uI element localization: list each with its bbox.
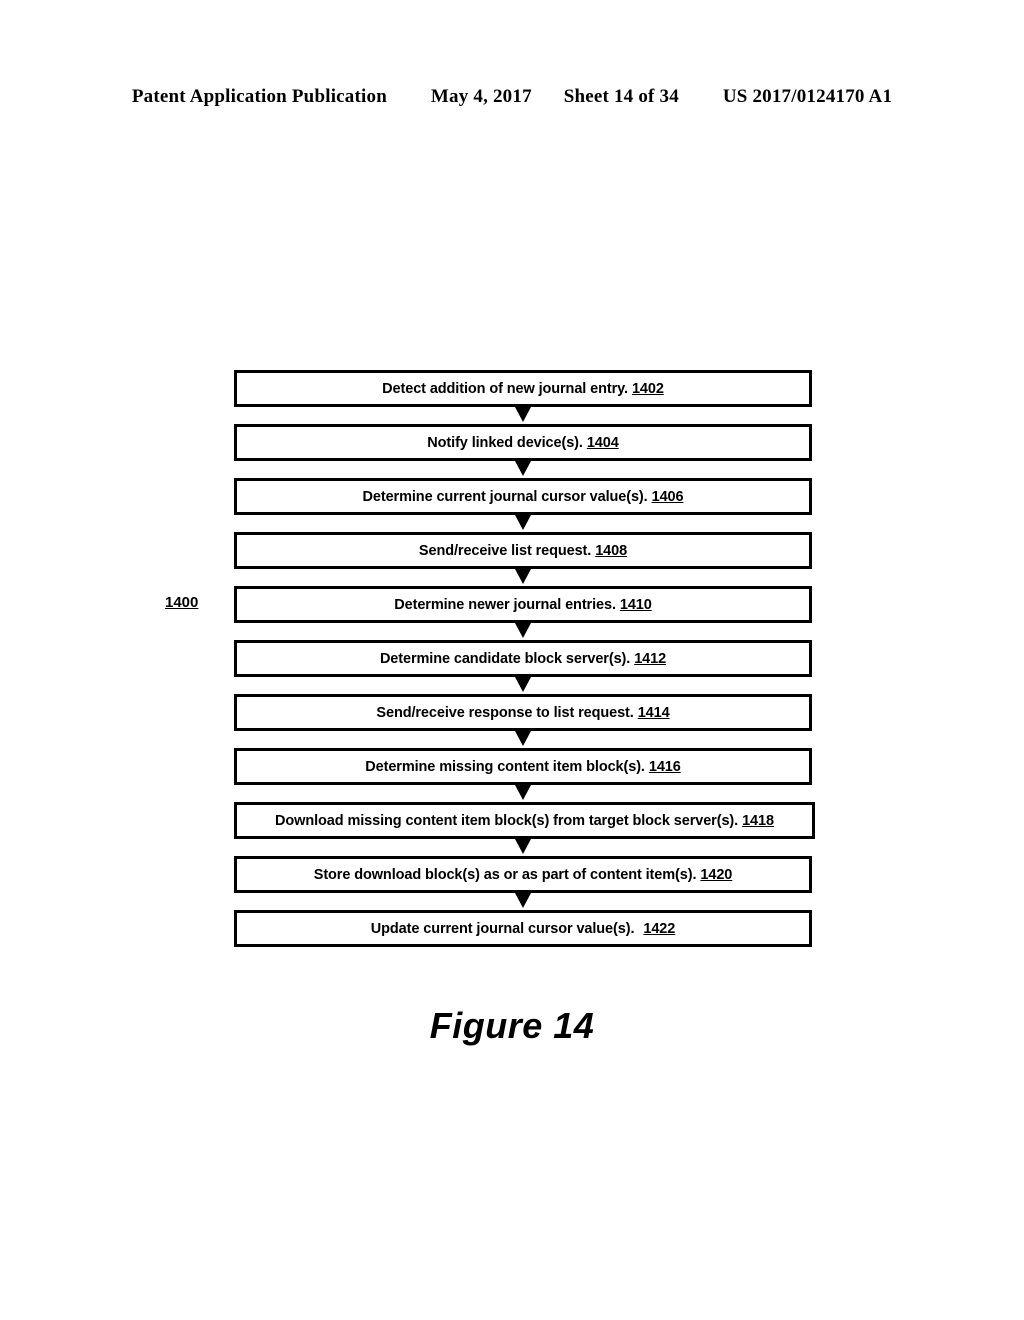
flowchart-step-label: Detect addition of new journal entry. — [382, 380, 628, 397]
header-sheet-number: Sheet 14 of 34 — [563, 86, 679, 107]
flowchart-step-reference-numeral: 1402 — [631, 380, 664, 397]
flowchart-step-box-1412: Determine candidate block server(s). 1412 — [234, 640, 812, 677]
flowchart-step-label: Determine candidate block server(s). — [379, 650, 631, 667]
flowchart-step-reference-numeral: 1408 — [595, 542, 628, 559]
flowchart-step: Send/receive list request. 1408 — [234, 532, 815, 569]
page-header: Patent Application Publication May 4, 20… — [0, 86, 1024, 108]
arrow-down-icon — [515, 461, 531, 476]
flowchart-step: Store download block(s) as or as part of… — [234, 856, 815, 893]
flowchart-step-box-1420: Store download block(s) as or as part of… — [234, 856, 812, 893]
flowchart-step-box-1408: Send/receive list request. 1408 — [234, 532, 812, 569]
flowchart-step-label: Send/receive response to list request. — [376, 704, 634, 721]
flowchart-step-label: Download missing content item block(s) f… — [275, 812, 739, 829]
flowchart-step-reference-numeral: 1422 — [643, 920, 676, 937]
flowchart-connector — [234, 785, 812, 802]
flowchart-connector — [234, 461, 812, 478]
flowchart-step-label: Determine missing content item block(s). — [365, 758, 645, 775]
flowchart-step-reference-numeral: 1412 — [634, 650, 667, 667]
header-publication-title: Patent Application Publication — [131, 86, 387, 107]
flowchart-step: Determine candidate block server(s). 1412 — [234, 640, 815, 677]
flowchart-connector — [234, 623, 812, 640]
flowchart-connector — [234, 677, 812, 694]
figure-caption: Figure 14 — [429, 1005, 595, 1046]
flowchart-step: Detect addition of new journal entry. 140… — [234, 370, 815, 407]
flowchart-step-box-1404: Notify linked device(s). 1404 — [234, 424, 812, 461]
flowchart-connector — [234, 893, 812, 910]
flowchart-step: Determine current journal cursor value(s… — [234, 478, 815, 515]
flowchart-step: Download missing content item block(s) f… — [234, 802, 815, 839]
flowchart-step-box-1402: Detect addition of new journal entry. 140… — [234, 370, 812, 407]
flowchart-step-reference-numeral: 1414 — [637, 704, 670, 721]
arrow-down-icon — [515, 407, 531, 422]
flowchart-step-label: Determine current journal cursor value(s… — [362, 488, 648, 505]
flowchart-connector — [234, 731, 812, 748]
flowchart-step: Determine missing content item block(s).… — [234, 748, 815, 785]
arrow-down-icon — [515, 623, 531, 638]
flowchart-step: Notify linked device(s). 1404 — [234, 424, 815, 461]
header-publication-date: May 4, 2017 — [430, 86, 532, 107]
flowchart-step-reference-numeral: 1410 — [619, 596, 652, 613]
arrow-down-icon — [515, 731, 531, 746]
arrow-down-icon — [515, 677, 531, 692]
flowchart-step-box-1416: Determine missing content item block(s).… — [234, 748, 812, 785]
flowchart-step-reference-numeral: 1420 — [700, 866, 733, 883]
flowchart-step: Send/receive response to list request. 14… — [234, 694, 815, 731]
flowchart-step-label: Update current journal cursor value(s). — [370, 920, 635, 937]
arrow-down-icon — [515, 785, 531, 800]
flowchart-step-reference-numeral: 1416 — [648, 758, 681, 775]
flowchart-connector — [234, 515, 812, 532]
flowchart-step-box-1406: Determine current journal cursor value(s… — [234, 478, 812, 515]
flowchart-step-label: Determine newer journal entries. — [394, 596, 616, 613]
header-patent-number: US 2017/0124170 A1 — [722, 86, 893, 107]
flowchart-step-label: Store download block(s) as or as part of… — [313, 866, 697, 883]
flowchart-connector — [234, 839, 812, 856]
flowchart-step-label: Send/receive list request. — [418, 542, 592, 559]
arrow-down-icon — [515, 893, 531, 908]
flowchart-step-label: Notify linked device(s). — [427, 434, 583, 451]
arrow-down-icon — [515, 569, 531, 584]
flowchart-step-box-1410: Determine newer journal entries. 1410 — [234, 586, 812, 623]
arrow-down-icon — [515, 515, 531, 530]
flowchart-step-reference-numeral: 1418 — [742, 812, 774, 829]
flowchart-step-reference-numeral: 1406 — [651, 488, 684, 505]
arrow-down-icon — [515, 839, 531, 854]
figure-reference-numeral: 1400 — [165, 594, 199, 611]
flowchart-step: Determine newer journal entries. 1410 — [234, 586, 815, 623]
flowchart-connector — [234, 407, 812, 424]
flowchart-step-box-1418: Download missing content item block(s) f… — [234, 802, 815, 839]
flowchart-step-reference-numeral: 1404 — [586, 434, 619, 451]
flowchart-step: Update current journal cursor value(s). 1… — [234, 910, 815, 947]
flowchart-connector — [234, 569, 812, 586]
flowchart-step-box-1422: Update current journal cursor value(s). 1… — [234, 910, 812, 947]
flowchart-step-box-1414: Send/receive response to list request. 14… — [234, 694, 812, 731]
flowchart: Detect addition of new journal entry. 140… — [234, 370, 815, 947]
